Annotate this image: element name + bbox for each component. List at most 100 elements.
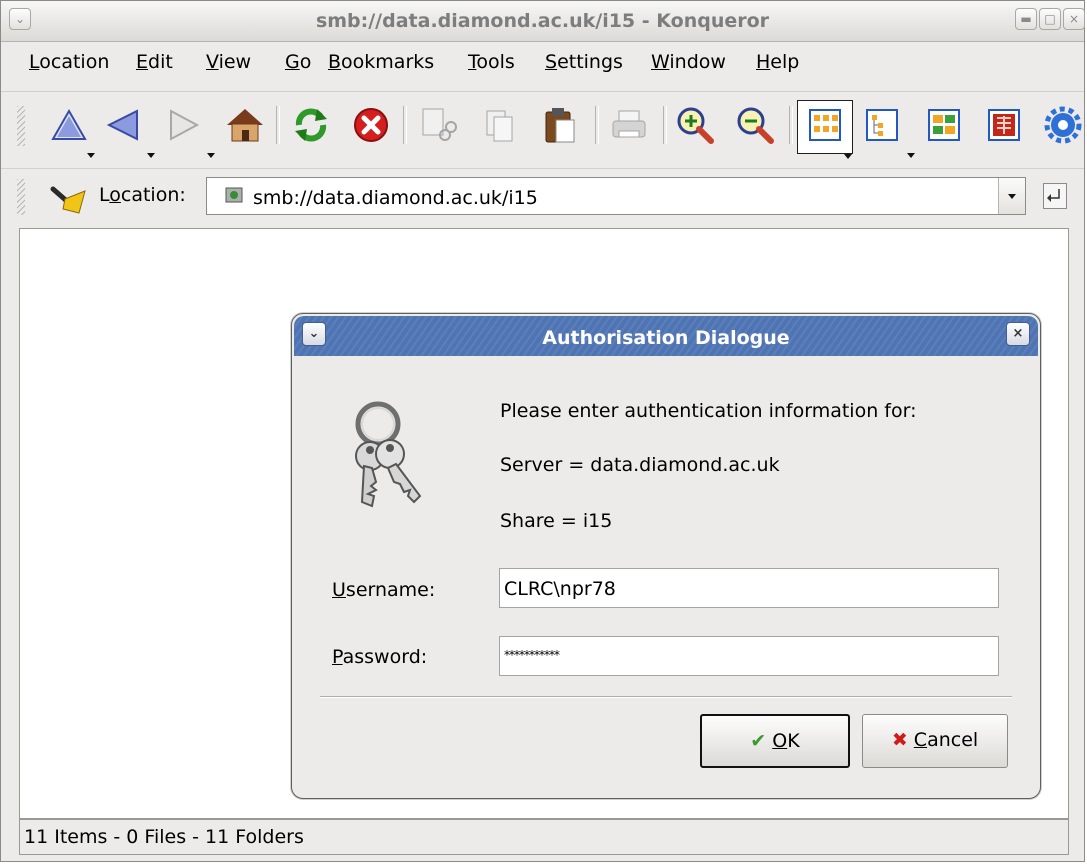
icon-view-button[interactable] <box>797 100 853 154</box>
cut-icon <box>422 108 457 141</box>
menu-view[interactable]: View <box>206 51 251 73</box>
detailed-view-icon <box>988 109 1020 141</box>
clear-location-brush-icon <box>50 186 86 214</box>
ok-button[interactable]: ✔ OK <box>700 714 850 768</box>
password-value: *********** <box>504 648 560 662</box>
up-arrow-icon <box>51 108 87 140</box>
icon-view-icon <box>809 109 841 141</box>
close-icon: × <box>1068 12 1080 26</box>
multi-column-view-button[interactable] <box>923 103 967 147</box>
settings-button[interactable] <box>1041 103 1085 147</box>
menu-go[interactable]: Go <box>285 51 311 73</box>
forward-arrow-icon <box>170 109 200 141</box>
menu-label: indow <box>669 51 726 73</box>
username-label: Username: <box>332 579 435 601</box>
menu-label: dit <box>148 51 173 73</box>
dialog-close-button[interactable]: × <box>1006 322 1030 346</box>
print-icon <box>612 110 646 138</box>
dialog-separator <box>320 696 1012 698</box>
tree-view-button[interactable] <box>861 103 905 147</box>
password-label: Password: <box>332 646 427 668</box>
cancel-label: ancel <box>927 729 979 751</box>
back-button[interactable] <box>101 103 145 147</box>
maximize-icon: □ <box>1044 12 1056 26</box>
keys-icon <box>338 398 438 518</box>
menu-accel: V <box>206 51 219 73</box>
menu-label: ools <box>476 51 515 73</box>
minimize-button[interactable]: ▬ <box>1015 8 1037 30</box>
network-share-icon <box>225 187 245 205</box>
status-text: 11 Items - 0 Files - 11 Folders <box>24 826 304 848</box>
cancel-x-icon: ✖ <box>891 729 908 751</box>
menubar: Location Edit View Go Bookmarks Tools Se… <box>1 41 1084 81</box>
forward-button[interactable] <box>161 103 205 147</box>
up-dropdown-arrow[interactable] <box>87 153 95 158</box>
zoom-in-button[interactable] <box>673 103 717 147</box>
main-toolbar <box>1 91 1084 170</box>
print-button[interactable] <box>607 103 651 147</box>
home-button[interactable] <box>223 103 267 147</box>
authorisation-dialog: ⌄ Authorisation Dialogue × Please enter … <box>291 313 1041 799</box>
detailed-view-button[interactable] <box>983 103 1027 147</box>
dialog-titlebar[interactable]: ⌄ Authorisation Dialogue × <box>294 316 1038 356</box>
location-url[interactable]: smb://data.diamond.ac.uk/i15 <box>253 187 538 209</box>
zoom-out-button[interactable] <box>733 103 777 147</box>
statusbar: 11 Items - 0 Files - 11 Folders <box>19 819 1069 855</box>
menu-edit[interactable]: Edit <box>136 51 173 73</box>
menu-label: ettings <box>557 51 623 73</box>
clear-location-button[interactable] <box>49 181 86 214</box>
cancel-button[interactable]: ✖ Cancel <box>862 714 1008 768</box>
reload-button[interactable] <box>289 103 333 147</box>
location-label-part: cation: <box>120 184 186 206</box>
view-mode-dropdown-arrow[interactable] <box>844 154 852 159</box>
window-title: smb://data.diamond.ac.uk/i15 - Konqueror <box>315 10 770 32</box>
menu-tools[interactable]: Tools <box>468 51 515 73</box>
toolbar-separator <box>276 106 280 144</box>
location-bar: Location: smb://data.diamond.ac.uk/i15 <box>1 168 1084 225</box>
paste-button[interactable] <box>537 103 581 147</box>
close-button[interactable]: × <box>1063 8 1085 30</box>
copy-icon <box>486 110 513 142</box>
dialog-prompt: Please enter authentication information … <box>500 400 917 422</box>
label-accel: U <box>332 579 346 601</box>
cut-button[interactable] <box>415 103 459 147</box>
menu-settings[interactable]: Settings <box>545 51 623 73</box>
minimize-icon: ▬ <box>1020 12 1032 26</box>
go-button[interactable] <box>1043 183 1067 209</box>
username-field[interactable]: CLRC\npr78 <box>499 568 999 608</box>
zoom-out-icon <box>737 107 774 144</box>
check-icon: ✔ <box>750 730 767 752</box>
close-icon: × <box>1012 326 1024 341</box>
menu-window[interactable]: Window <box>651 51 726 73</box>
settings-gear-icon <box>1044 106 1082 144</box>
location-dropdown-button[interactable] <box>998 178 1025 214</box>
menu-accel: E <box>136 51 149 73</box>
maximize-button[interactable]: □ <box>1039 8 1061 30</box>
menu-accel: B <box>328 51 342 73</box>
home-icon <box>227 109 263 142</box>
zoom-in-icon <box>677 107 714 144</box>
toolbar-grip[interactable] <box>17 106 25 146</box>
tree-view-dropdown-arrow[interactable] <box>907 153 915 158</box>
menu-help[interactable]: Help <box>756 51 799 73</box>
copy-button[interactable] <box>477 103 521 147</box>
menu-location[interactable]: Location <box>29 51 109 73</box>
menu-accel: S <box>545 51 558 73</box>
password-field[interactable]: *********** <box>499 636 999 676</box>
location-combobox[interactable]: smb://data.diamond.ac.uk/i15 <box>206 177 1026 215</box>
menu-bookmarks[interactable]: Bookmarks <box>328 51 434 73</box>
label-accel: P <box>332 646 343 668</box>
stop-button[interactable] <box>349 103 393 147</box>
up-button[interactable] <box>47 103 91 147</box>
locationbar-grip[interactable] <box>17 179 25 215</box>
stop-icon <box>354 108 388 142</box>
forward-dropdown-arrow[interactable] <box>207 153 215 158</box>
chevron-down-icon <box>1008 194 1016 199</box>
label-rest: assword: <box>342 646 428 668</box>
window-titlebar[interactable]: ⌄ smb://data.diamond.ac.uk/i15 - Konquer… <box>1 1 1085 42</box>
back-dropdown-arrow[interactable] <box>147 153 155 158</box>
ok-label: K <box>787 730 800 752</box>
reload-icon <box>295 108 327 142</box>
multi-column-view-icon <box>928 109 960 141</box>
menu-accel: G <box>285 51 300 73</box>
